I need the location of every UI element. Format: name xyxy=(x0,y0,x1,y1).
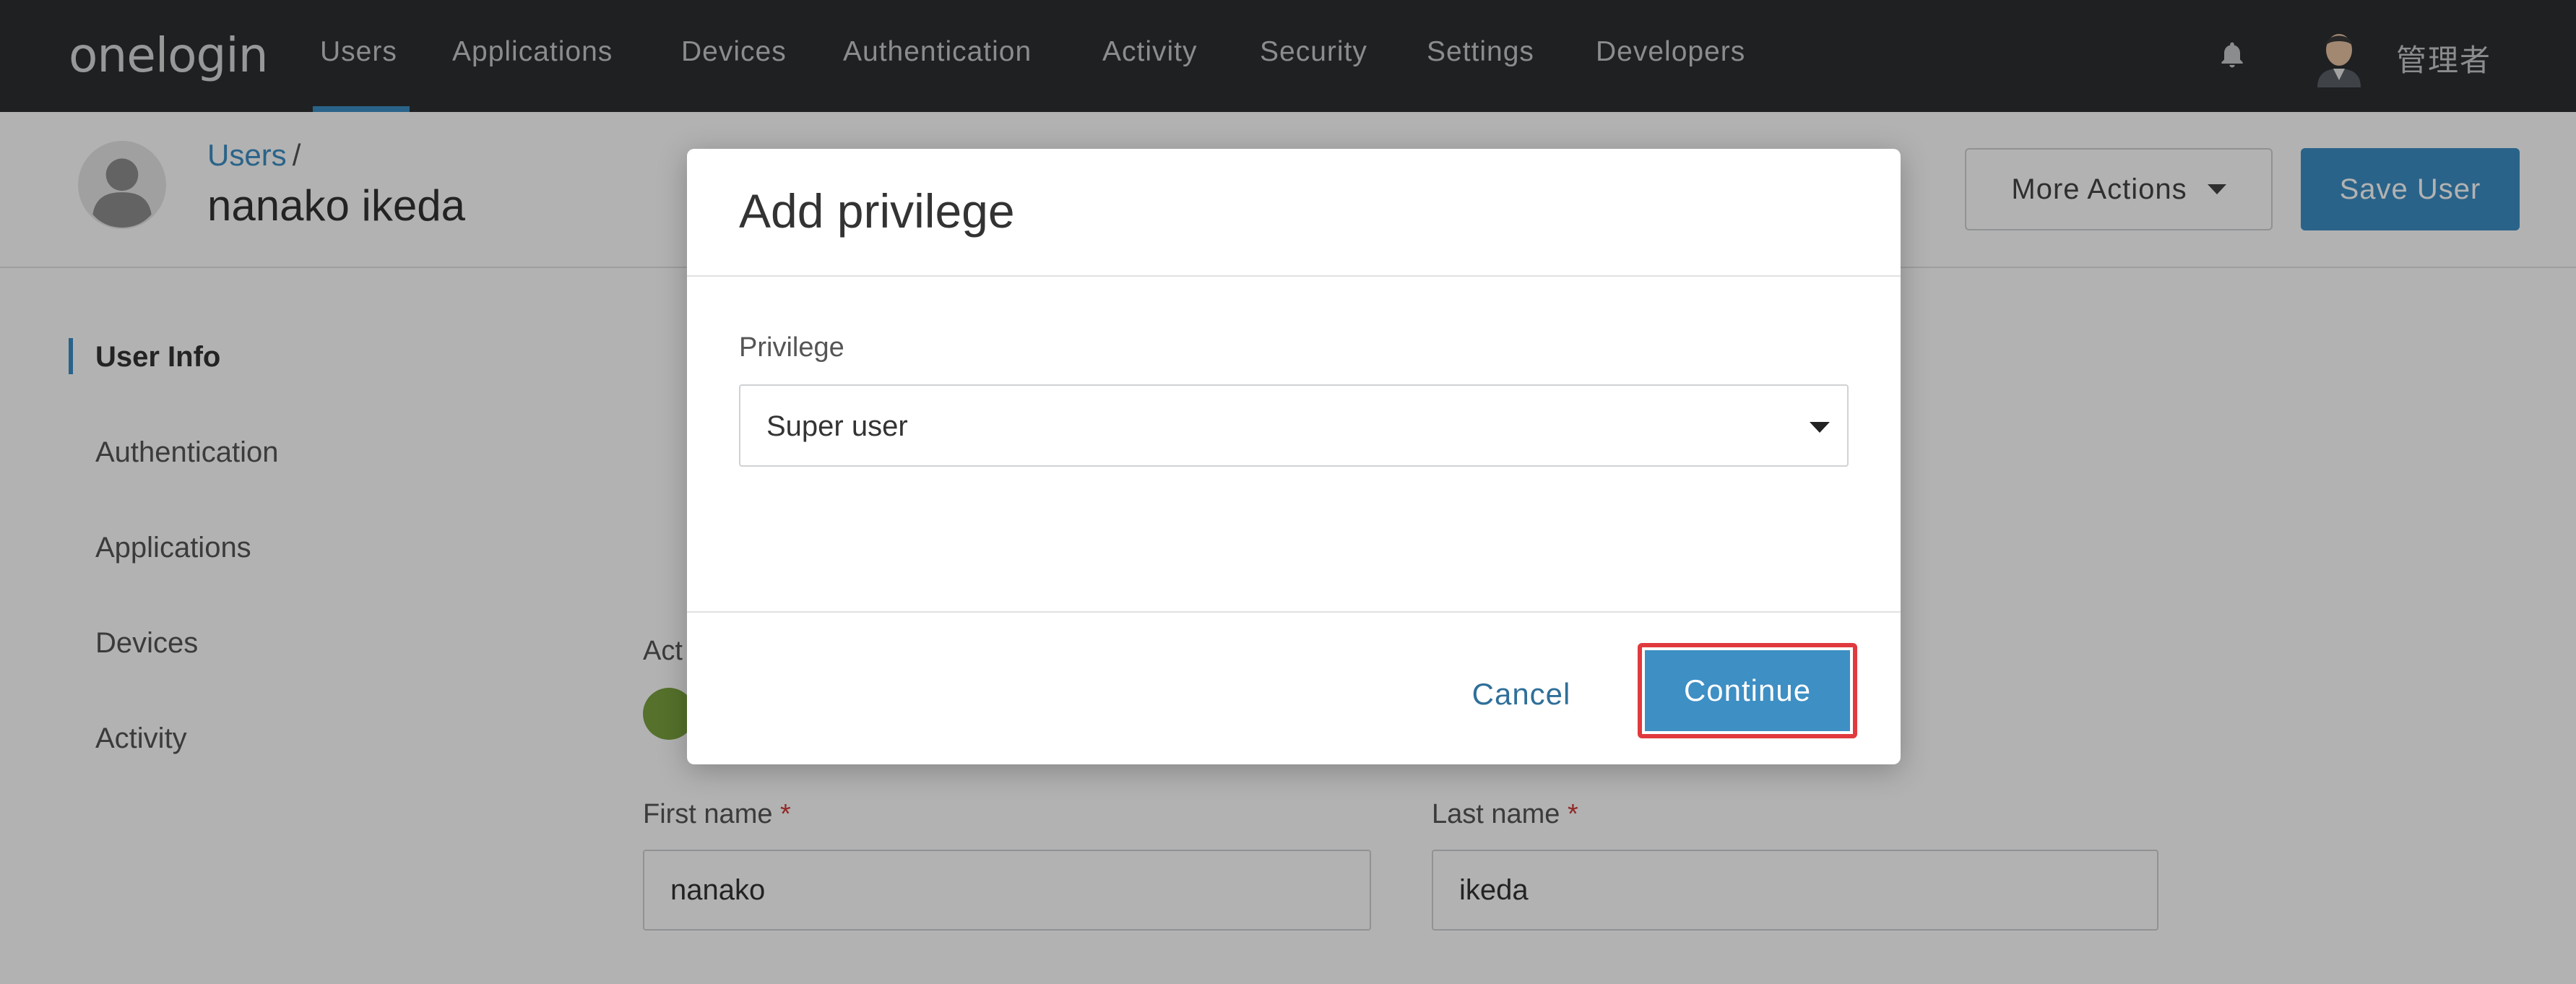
dialog-divider xyxy=(687,275,1901,277)
dialog-title: Add privilege xyxy=(739,184,1015,238)
caret-down-icon xyxy=(1810,422,1830,433)
privilege-selected-value: Super user xyxy=(766,410,908,442)
continue-button[interactable]: Continue xyxy=(1645,650,1850,731)
privilege-select[interactable]: Super user xyxy=(739,384,1849,467)
dialog-footer-divider xyxy=(687,611,1901,613)
add-privilege-dialog: Add privilege Privilege Super user Cance… xyxy=(687,149,1901,764)
privilege-label: Privilege xyxy=(739,332,844,363)
continue-button-highlight: Continue xyxy=(1638,643,1857,738)
cancel-button[interactable]: Cancel xyxy=(1449,655,1594,734)
